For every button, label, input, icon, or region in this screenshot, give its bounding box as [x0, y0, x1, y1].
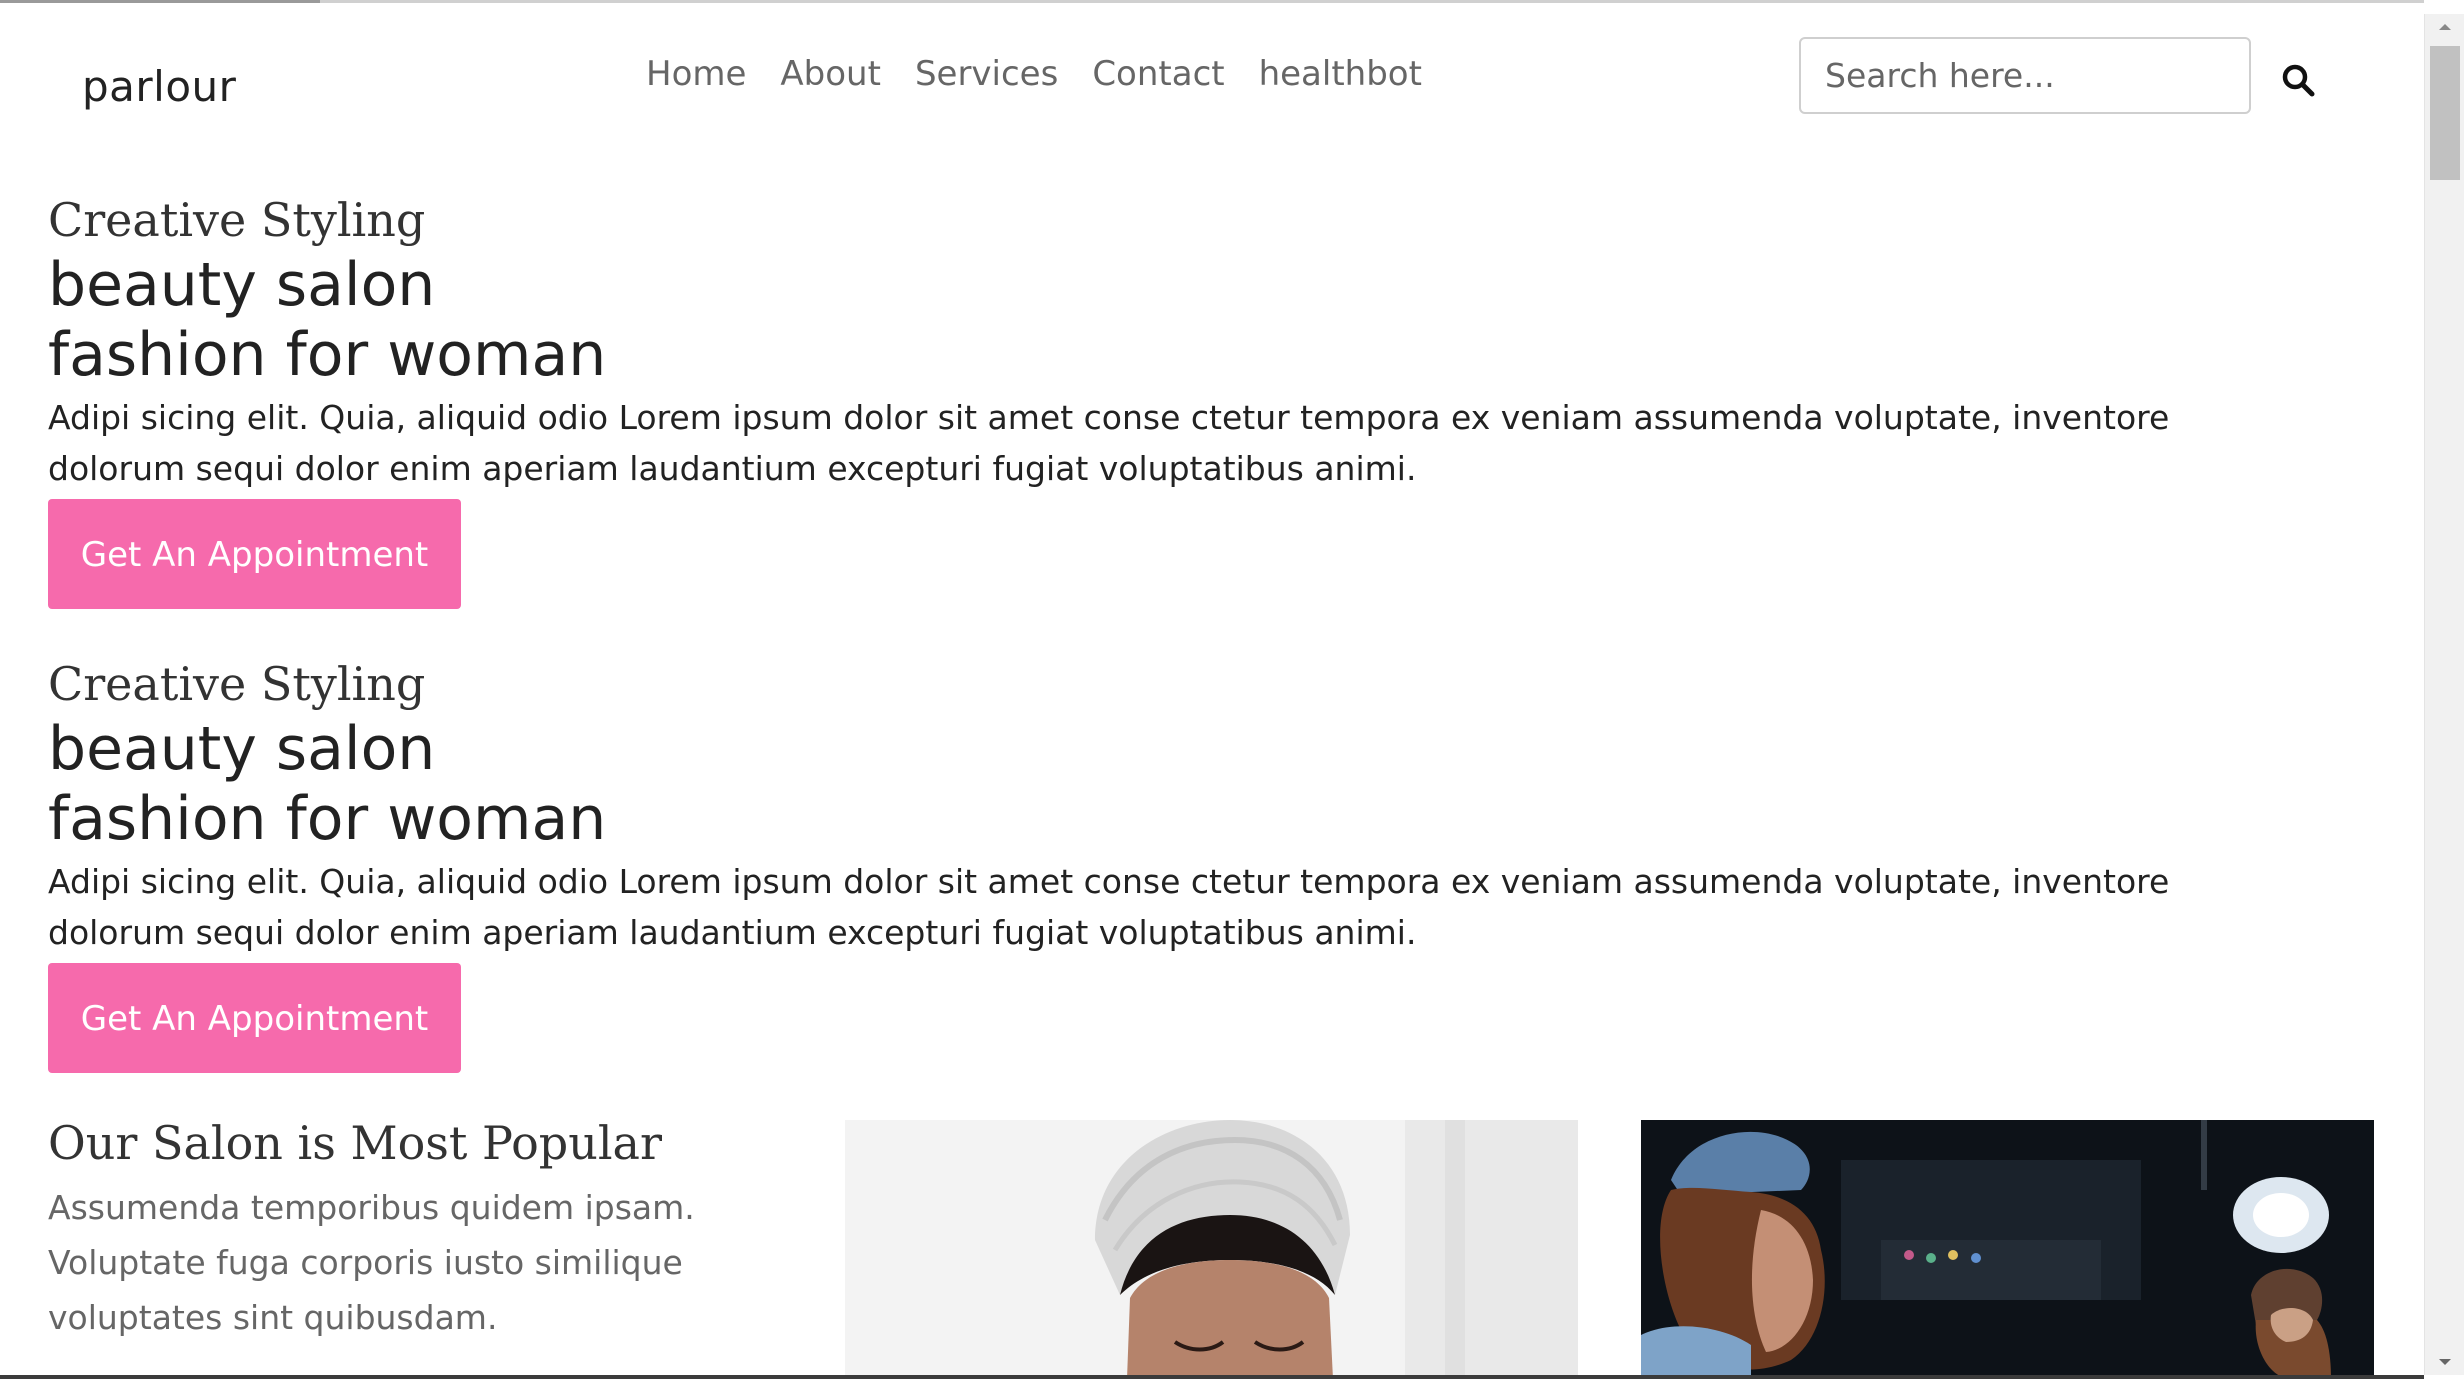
hero-section-2: Creative Styling beauty salon fashion fo… — [48, 654, 2298, 1073]
nav-home[interactable]: Home — [646, 54, 746, 94]
nav-services[interactable]: Services — [915, 54, 1058, 94]
top-divider-accent — [0, 0, 320, 3]
popular-section-text: Assumenda temporibus quidem ipsam. Volup… — [48, 1188, 695, 1337]
browser-viewport: parlour Home About Services Contact heal… — [0, 0, 2464, 1379]
vertical-scrollbar[interactable] — [2424, 14, 2464, 1375]
nav-contact[interactable]: Contact — [1092, 54, 1224, 94]
scroll-up-button[interactable] — [2425, 14, 2464, 40]
hero-title-line-1: beauty salon — [48, 250, 436, 320]
hero-title-line-2: fashion for woman — [48, 784, 607, 854]
hero-section-1: Creative Styling beauty salon fashion fo… — [48, 190, 2298, 609]
scrollbar-thumb[interactable] — [2430, 46, 2460, 180]
hero-description: Adipi sicing elit. Quia, aliquid odio Lo… — [48, 862, 2170, 952]
top-divider — [0, 0, 2424, 3]
hero-description: Adipi sicing elit. Quia, aliquid odio Lo… — [48, 398, 2170, 488]
hero-tagline: Creative Styling — [48, 657, 426, 711]
appointment-button[interactable]: Get An Appointment — [48, 499, 461, 609]
search-button[interactable] — [2268, 50, 2328, 110]
search-input[interactable] — [1799, 37, 2251, 114]
scroll-down-button[interactable] — [2425, 1349, 2464, 1375]
site-logo[interactable]: parlour — [82, 62, 236, 111]
search-icon — [2282, 64, 2315, 97]
nav-about[interactable]: About — [780, 54, 881, 94]
nav-healthbot[interactable]: healthbot — [1259, 54, 1422, 94]
hero-title-line-2: fashion for woman — [48, 320, 607, 390]
hero-title-line-1: beauty salon — [48, 714, 436, 784]
popular-section-title: Our Salon is Most Popular — [48, 1116, 662, 1170]
chevron-down-icon — [2439, 1359, 2451, 1365]
chevron-up-icon — [2439, 24, 2451, 30]
main-nav: Home About Services Contact healthbot — [646, 54, 1456, 94]
salon-photo-woman-towel — [845, 1120, 1578, 1379]
hero-tagline: Creative Styling — [48, 193, 426, 247]
salon-photo-barber — [1641, 1120, 2374, 1379]
bottom-divider — [0, 1375, 2424, 1379]
appointment-button[interactable]: Get An Appointment — [48, 963, 461, 1073]
